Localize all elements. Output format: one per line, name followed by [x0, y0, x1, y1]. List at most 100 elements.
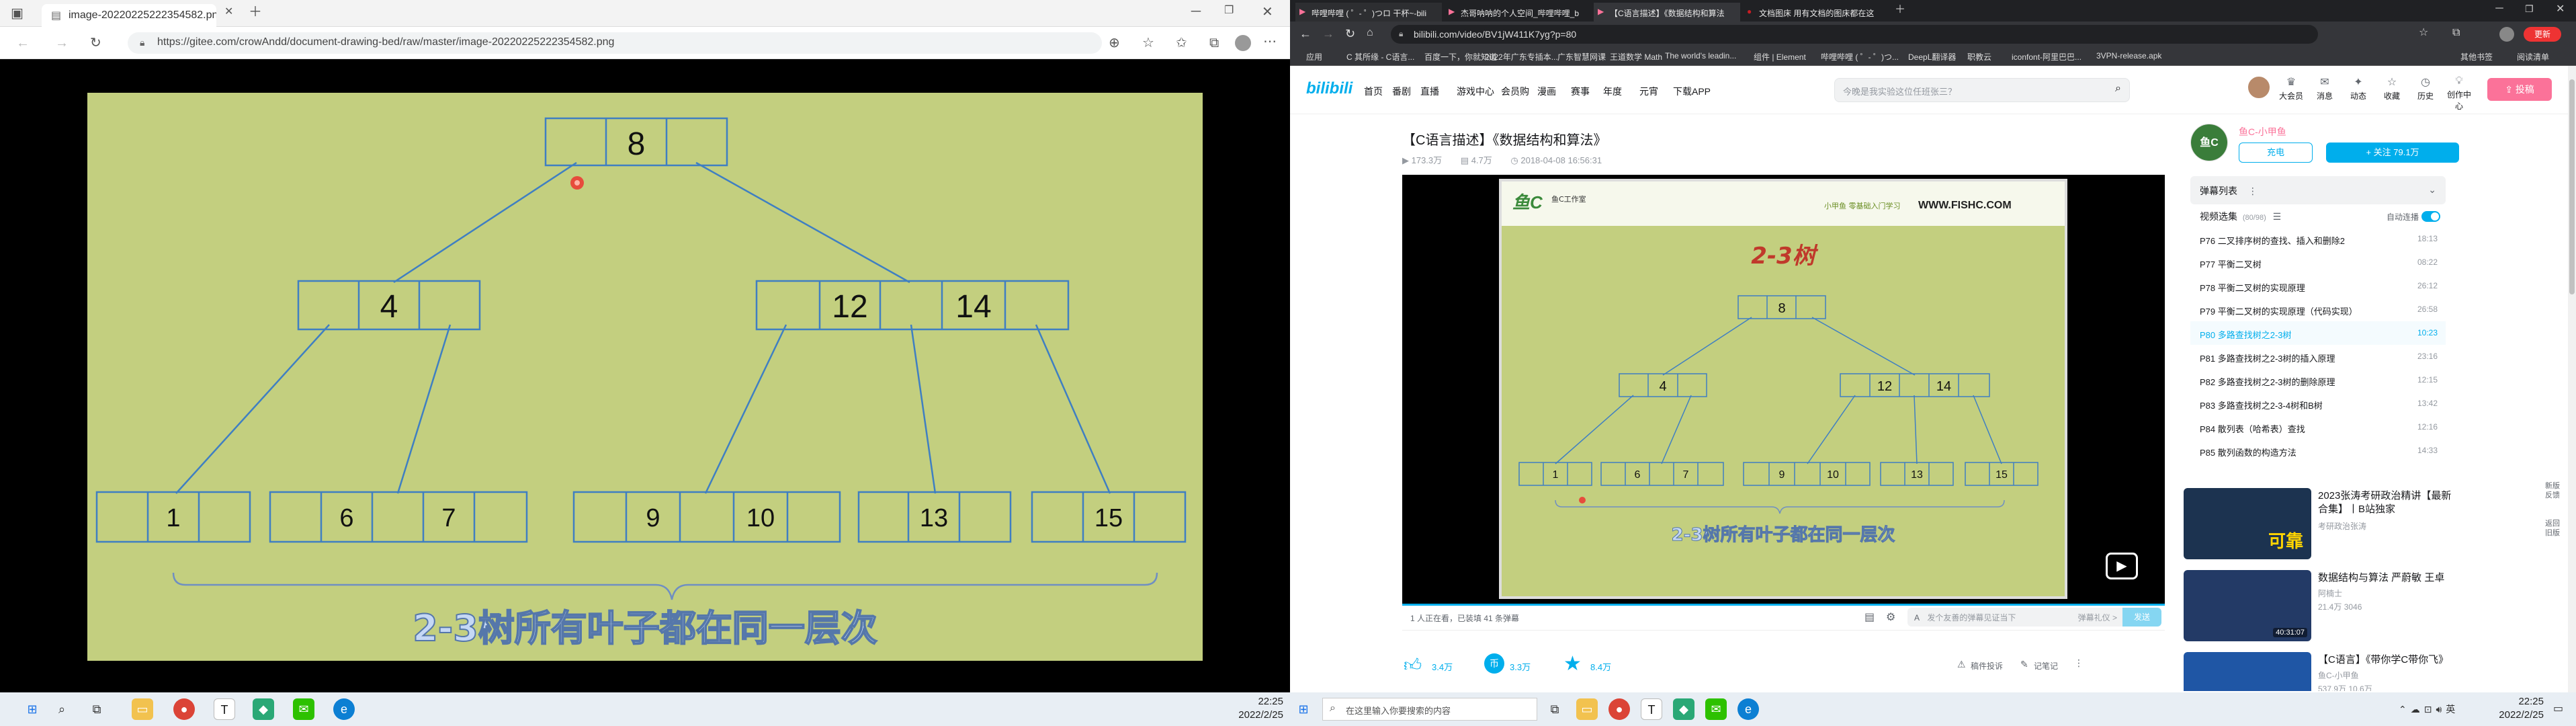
bookmark-item[interactable]: 阅读清单 — [2517, 51, 2549, 63]
tab-actions-icon[interactable]: ▣ — [11, 7, 24, 20]
edge-icon[interactable]: e — [333, 698, 355, 720]
upload-button[interactable]: ⇪ 投稿 — [2487, 78, 2552, 101]
video-thumbnail[interactable]: 鱼C工作室出品 — [2184, 652, 2311, 691]
close-tab-icon[interactable]: ✕ — [224, 7, 233, 17]
nav-item[interactable]: 首页 — [1364, 85, 1383, 98]
more-icon[interactable]: ⋯ — [1263, 35, 1277, 48]
start-icon[interactable]: ⊞ — [1293, 698, 1314, 720]
wechat-icon[interactable]: ✉ — [293, 698, 314, 720]
scrollbar-thumb[interactable] — [2569, 79, 2575, 294]
bookmark-item[interactable]: 职教云 — [1967, 51, 1991, 63]
header-icon-item[interactable]: ◷ 历史 — [2412, 75, 2439, 102]
danmaku-settings-icon[interactable]: ⚙ — [1886, 610, 1895, 624]
forward-icon[interactable]: → — [1322, 28, 1334, 40]
font-icon[interactable]: A — [1914, 613, 1920, 622]
close-window-icon[interactable]: ✕ — [2556, 4, 2565, 15]
episode-item[interactable]: P78 平衡二叉树的实现原理 26:12 — [2190, 274, 2446, 298]
profile-icon[interactable] — [2499, 27, 2514, 42]
bookmark-item[interactable]: 组件 | Element — [1754, 51, 1806, 63]
new-tab-icon[interactable]: ＋ — [1895, 5, 1905, 15]
progress-bar[interactable] — [1402, 604, 2165, 606]
bookmark-item[interactable]: 其他书签 — [2460, 51, 2493, 63]
chrome-tab[interactable]: ▶ 杰哥呐呐的个人空间_哔哩哔哩_b — [1445, 3, 1591, 22]
episode-item[interactable]: P80 多路查找树之2-3树 10:23 — [2190, 321, 2446, 345]
episode-item[interactable]: P83 多路查找树之2-3-4树和B树 13:42 — [2190, 392, 2446, 415]
report-link[interactable]: 稿件投诉 — [1971, 660, 2003, 672]
task-view-icon[interactable]: ⧉ — [1544, 698, 1565, 720]
bookmark-item[interactable]: The world's leadin... — [1665, 51, 1736, 61]
like-button[interactable]: 👍︎ — [1404, 655, 1422, 676]
video-player[interactable]: 鱼C 鱼C工作室 小甲鱼 零基础入门学习 WWW.FISHC.COM 2-3树 — [1402, 175, 2165, 604]
file-explorer-icon[interactable]: ▭ — [132, 698, 153, 720]
video-thumbnail[interactable]: 可靠 — [2184, 488, 2311, 559]
forward-icon[interactable]: → — [55, 36, 69, 50]
user-avatar[interactable] — [2247, 75, 2271, 99]
bookmark-item[interactable]: 王道数学 Math — [1610, 51, 1662, 63]
favorites-icon[interactable]: ✩ — [1176, 36, 1187, 50]
task-view-icon[interactable]: ⧉ — [86, 698, 108, 720]
video-author[interactable]: 考研政治张涛 — [2318, 520, 2366, 532]
header-icon-item[interactable]: 💡︎ 创作中心 — [2446, 75, 2473, 112]
scrollbar[interactable] — [2568, 66, 2576, 692]
episode-item[interactable]: P77 平衡二叉树 08:22 — [2190, 251, 2446, 274]
typora-icon[interactable]: T — [1641, 698, 1662, 720]
autoplay-toggle[interactable] — [2421, 211, 2440, 222]
refresh-icon[interactable]: ↻ — [1345, 28, 1355, 40]
maximize-icon[interactable]: ❐ — [1224, 5, 1234, 16]
bookmark-item[interactable]: 广东智慧网课 — [1557, 51, 1606, 63]
more-icon[interactable]: ⋮ — [2248, 186, 2258, 196]
bookmark-item[interactable]: 2022年广东专插本... — [1485, 51, 1558, 63]
bilibili-logo[interactable]: bilibili — [1306, 79, 1353, 98]
bookmark-item[interactable]: iconfont-阿里巴巴... — [2012, 51, 2081, 63]
episode-item[interactable]: P82 多路查找树之2-3树的删除原理 12:15 — [2190, 368, 2446, 392]
note-icon[interactable]: ✎ — [2020, 659, 2028, 670]
extensions-icon[interactable]: ⧉ — [2452, 28, 2460, 38]
system-clock-left[interactable]: 22:25 2022/2/25 — [1223, 695, 1283, 722]
header-icon-item[interactable]: ♛ 大会员 — [2278, 75, 2305, 102]
episode-item[interactable]: P85 散列函数的构造方法 14:33 — [2190, 439, 2446, 462]
edge-tab[interactable]: ▤ image-20220225222354582.png — [42, 4, 216, 27]
typora-icon[interactable]: T — [214, 698, 235, 720]
video-title[interactable]: 2023张涛考研政治精讲【最新合集】丨B站独家 — [2318, 489, 2452, 516]
chrome-icon[interactable]: ● — [1608, 698, 1630, 720]
chrome-tab[interactable]: ● 文档图床 用有文档的图床都在这 — [1743, 3, 1889, 22]
app-icon[interactable]: ◆ — [253, 698, 274, 720]
bookmark-item[interactable]: 3VPN-release.apk — [2096, 51, 2161, 61]
chrome-tab[interactable]: ▶ 哔哩哔哩 ( ゜- ゜)つロ 干杯~-bili — [1295, 3, 1442, 22]
nav-item[interactable]: 元宵 — [1639, 85, 1658, 98]
search-icon[interactable]: ⌕ — [51, 698, 73, 720]
chrome-tab-active[interactable]: ▶ 【C语言描述】《数据结构和算法 — [1594, 3, 1740, 22]
start-icon[interactable]: ⊞ — [22, 698, 43, 720]
follow-button[interactable]: + 关注 79.1万 — [2326, 143, 2459, 163]
chrome-icon[interactable]: ● — [173, 698, 195, 720]
notification-icon[interactable]: ▭ — [2553, 702, 2563, 715]
search-input[interactable]: 今晚是我实验这位任班张三？ ⌕ — [1834, 78, 2130, 102]
note-link[interactable]: 记笔记 — [2034, 660, 2058, 672]
episode-item[interactable]: P81 多路查找树之2-3树的插入原理 23:16 — [2190, 345, 2446, 368]
video-author[interactable]: 鱼C-小甲鱼 — [2318, 670, 2359, 681]
app-icon[interactable]: ◆ — [1673, 698, 1694, 720]
report-icon[interactable]: ⚠ — [1957, 659, 1966, 670]
header-icon-item[interactable]: ✉ 消息 — [2311, 75, 2338, 102]
favorite-icon[interactable]: ☆ — [1142, 36, 1154, 50]
file-explorer-icon[interactable]: ▭ — [1576, 698, 1598, 720]
bookmark-item[interactable]: 应用 — [1306, 51, 1322, 63]
list-icon[interactable]: ☰ — [2273, 211, 2282, 222]
nav-item[interactable]: 番剧 — [1392, 85, 1411, 98]
feedback-tab[interactable]: 新版反馈 — [2542, 481, 2563, 500]
wechat-icon[interactable]: ✉ — [1705, 698, 1727, 720]
more-icon[interactable]: ⋮ — [2074, 657, 2084, 669]
star-icon[interactable]: ☆ — [2419, 28, 2428, 38]
system-clock-right[interactable]: 22:25 2022/2/25 — [2490, 695, 2544, 722]
maximize-icon[interactable]: ❐ — [2525, 4, 2534, 13]
danmaku-input[interactable]: A 发个友善的弹幕见证当下 弹幕礼仪 > — [1907, 608, 2122, 627]
video-title[interactable]: 数据结构与算法 严蔚敏 王卓 — [2318, 571, 2452, 585]
bookmark-item[interactable]: C 其所缘 - C语言... — [1346, 51, 1414, 63]
video-title[interactable]: 【C语言】《带你学C带你飞》 — [2318, 653, 2452, 667]
update-button[interactable]: 更新 — [2524, 27, 2561, 42]
nav-item[interactable]: 漫画 — [1537, 85, 1556, 98]
edge-icon[interactable]: e — [1737, 698, 1759, 720]
favorite-button[interactable]: ★ — [1563, 652, 1582, 676]
minimize-icon[interactable]: － — [1189, 5, 1203, 19]
home-icon[interactable]: ⌂ — [1367, 28, 1373, 38]
